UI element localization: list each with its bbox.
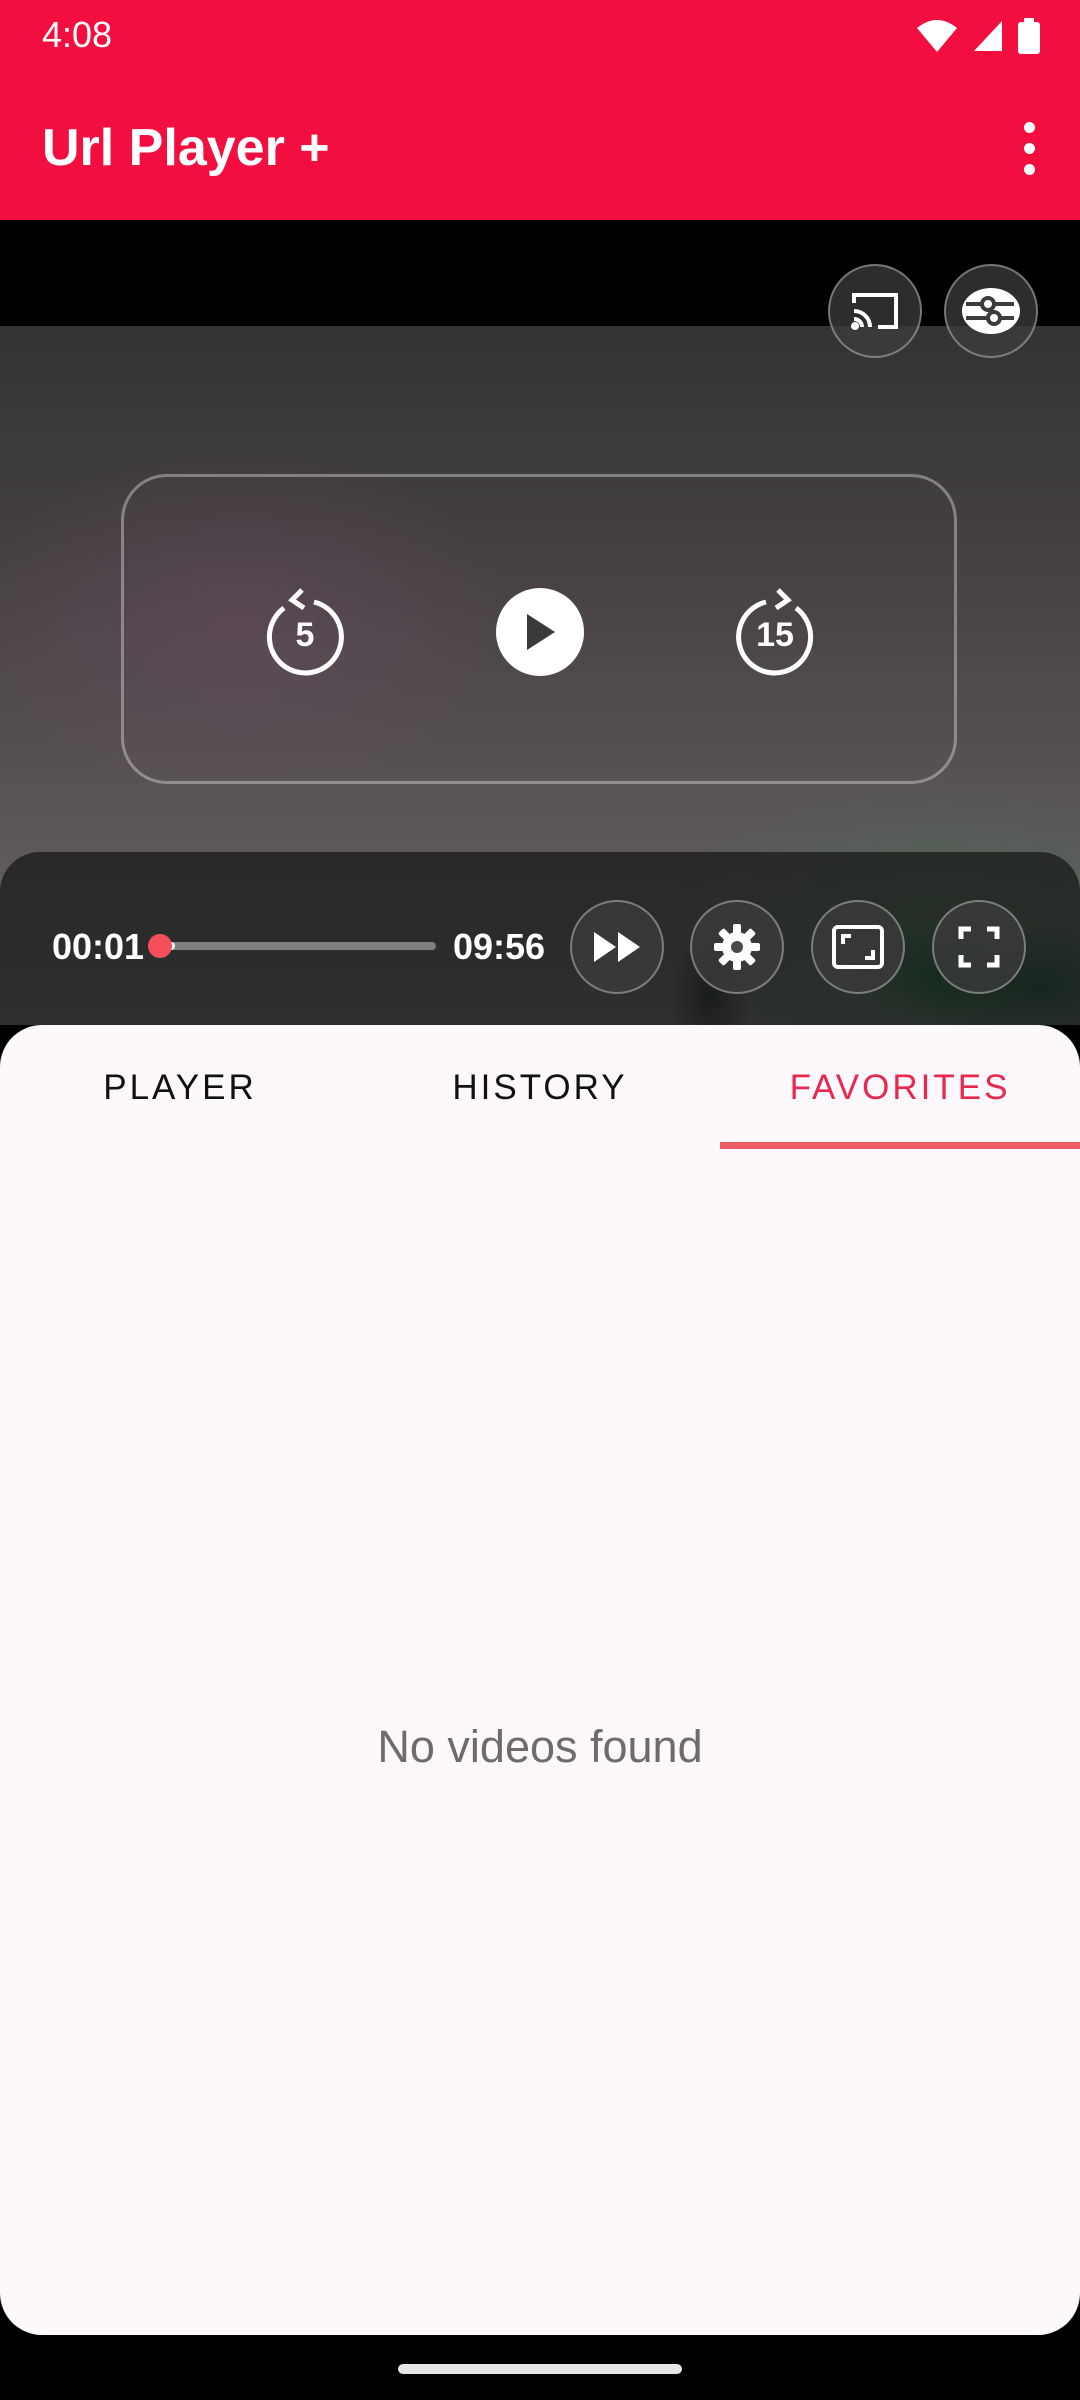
app-bar: 4:08 Url Player + bbox=[0, 0, 1080, 220]
aspect-ratio-icon bbox=[832, 925, 884, 969]
fullscreen-icon bbox=[958, 926, 1000, 968]
play-icon bbox=[527, 614, 555, 650]
status-icons bbox=[916, 18, 1040, 54]
share-link-button[interactable] bbox=[944, 264, 1038, 358]
fullscreen-button[interactable] bbox=[932, 900, 1026, 994]
fast-forward-icon bbox=[594, 932, 640, 962]
content-sheet: PLAYER HISTORY FAVORITES No videos found bbox=[0, 1025, 1080, 2335]
aspect-ratio-button[interactable] bbox=[811, 900, 905, 994]
link-share-icon bbox=[962, 288, 1020, 334]
battery-icon bbox=[1018, 18, 1040, 54]
forward-seconds: 15 bbox=[756, 616, 794, 654]
tab-player[interactable]: PLAYER bbox=[0, 1025, 360, 1150]
gear-icon bbox=[714, 924, 760, 970]
settings-button[interactable] bbox=[690, 900, 784, 994]
overflow-menu-icon[interactable] bbox=[1004, 118, 1054, 178]
speed-button[interactable] bbox=[570, 900, 664, 994]
video-player[interactable]: 5 15 00:01 09:56 bbox=[0, 220, 1080, 1025]
signal-icon bbox=[974, 21, 1002, 51]
tab-indicator bbox=[720, 1142, 1080, 1149]
app-title: Url Player + bbox=[42, 119, 330, 177]
cast-icon bbox=[851, 293, 898, 330]
home-indicator[interactable] bbox=[398, 2364, 682, 2374]
play-button[interactable] bbox=[496, 588, 584, 676]
cast-button[interactable] bbox=[828, 264, 922, 358]
status-time: 4:08 bbox=[42, 14, 113, 55]
tab-bar: PLAYER HISTORY FAVORITES bbox=[0, 1025, 1080, 1150]
current-time: 00:01 bbox=[52, 926, 145, 967]
rewind-seconds: 5 bbox=[295, 616, 315, 654]
seek-bar[interactable] bbox=[148, 934, 436, 958]
empty-state-message: No videos found bbox=[377, 1721, 703, 1772]
forward-button[interactable]: 15 bbox=[732, 582, 818, 678]
wifi-icon bbox=[917, 20, 957, 52]
rewind-button[interactable]: 5 bbox=[262, 582, 348, 678]
tab-favorites[interactable]: FAVORITES bbox=[720, 1025, 1080, 1150]
tab-history[interactable]: HISTORY bbox=[360, 1025, 720, 1150]
duration: 09:56 bbox=[453, 926, 546, 967]
